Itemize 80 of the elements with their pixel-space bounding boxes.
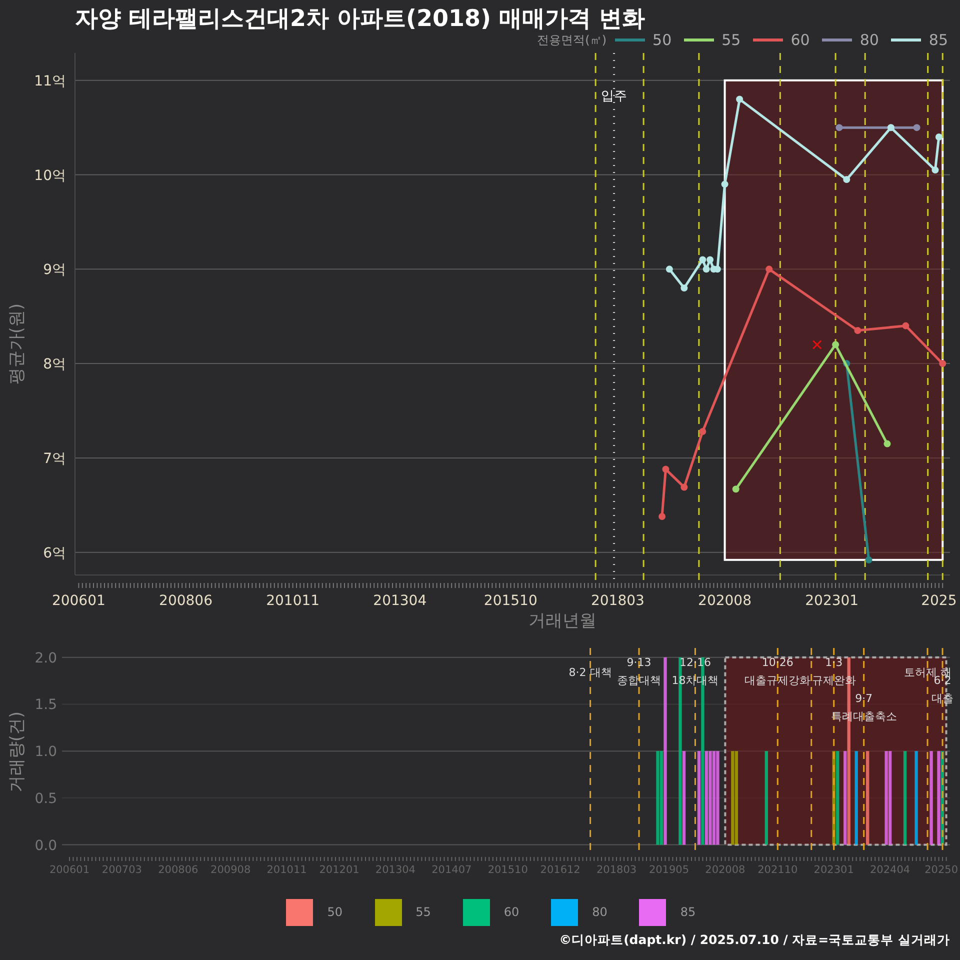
axis-tick-label: 202008 (705, 864, 746, 876)
legend-label: 55 (722, 31, 741, 49)
legend-title: 전용면적(㎡) (537, 32, 607, 48)
axis-tick-label: 7억 (43, 450, 66, 467)
data-point (939, 360, 946, 368)
legend-label: 60 (790, 31, 810, 49)
legend-label: 85 (680, 905, 696, 919)
axis-tick-label: 201510 (488, 864, 528, 876)
data-point (836, 124, 843, 132)
axis-tick-label: 201201 (319, 864, 360, 876)
data-point (732, 486, 740, 493)
axis-tick-label: 201612 (540, 864, 580, 876)
legend-label: 85 (928, 31, 948, 49)
data-point (736, 96, 744, 103)
axis-tick-label: 2025 (921, 593, 957, 609)
axis-title: 거래량(건) (7, 711, 27, 793)
axis-tick-label: 1.0 (34, 744, 57, 760)
data-point (932, 166, 939, 174)
data-point (721, 180, 728, 188)
data-point (662, 466, 670, 473)
axis-tick-label: 200703 (102, 864, 142, 876)
data-point (680, 284, 688, 292)
data-point (658, 512, 666, 520)
data-point (865, 556, 872, 564)
axis-tick-label: 201407 (432, 864, 472, 876)
axis-title: 평균가(원) (7, 303, 27, 385)
axis-tick-label: 201011 (266, 864, 307, 876)
axis-tick-label: 202404 (870, 864, 910, 876)
axis-tick-label: 11억 (34, 73, 66, 90)
axis-title: 거래년월 (528, 611, 596, 631)
chart-title: 자양 테라팰리스건대2차 아파트(2018) 매매가격 변화 (74, 5, 646, 34)
annotation-label: 9·13 종합대책 (617, 656, 662, 687)
axis-tick-label: 0.0 (34, 838, 57, 854)
axis-tick-label: 201011 (266, 593, 320, 609)
axis-tick-label: 6억 (43, 545, 66, 562)
data-point (884, 440, 891, 448)
axis-tick-label: 201304 (375, 864, 416, 876)
data-point (935, 134, 942, 140)
axis-tick-label: 200806 (159, 593, 212, 609)
axis-tick-label: 201803 (591, 593, 644, 609)
legend-label: 55 (416, 905, 431, 919)
annotation-label: 8·2 대책 (568, 666, 612, 679)
legend-label: 50 (327, 905, 343, 919)
axis-tick-label: 200908 (210, 864, 251, 876)
legend-label: 50 (652, 31, 672, 49)
axis-tick-label: 9억 (43, 262, 66, 278)
axis-tick-label: 202008 (698, 593, 752, 609)
annotation-label: 10·26 대출규제강화 (744, 656, 811, 687)
axis-tick-label: 1.5 (34, 697, 57, 714)
legend-label: 80 (860, 31, 879, 49)
data-point (843, 176, 850, 183)
data-point (902, 322, 910, 330)
axis-tick-label: 2.0 (34, 650, 57, 666)
data-point (766, 266, 773, 273)
axis-tick-label: 200601 (52, 593, 106, 609)
data-point (680, 484, 688, 491)
axis-tick-label: 200601 (49, 864, 90, 876)
cross-marker (812, 340, 822, 350)
axis-tick-label: 202301 (814, 864, 854, 876)
axis-tick-label: 8억 (43, 356, 66, 373)
data-point (854, 327, 862, 334)
legend-label: 80 (592, 905, 608, 919)
axis-tick-label: 202301 (805, 593, 859, 609)
axis-tick-label: 201803 (596, 864, 637, 876)
axis-tick-label: 202110 (758, 864, 798, 876)
axis-tick-label: 201905 (648, 864, 690, 876)
source-credit: ©디아파트(dapt.kr) / 2025.07.10 / 자료=국토교통부 실거래가 (558, 932, 951, 949)
axis-tick-label: 201510 (484, 593, 538, 609)
data-point (666, 266, 673, 273)
annotation-label: 입주 (601, 89, 628, 104)
axis-tick-label: 201304 (373, 593, 427, 609)
data-point (699, 428, 706, 436)
axis-tick-label: 200806 (158, 864, 198, 876)
data-point (913, 124, 920, 132)
axis-tick-label: 0.5 (34, 790, 57, 807)
data-point (843, 360, 850, 368)
axis-tick-label: 20250 (924, 864, 958, 876)
legend-label: 60 (504, 905, 520, 919)
axis-tick-label: 10억 (34, 168, 66, 184)
data-point (832, 341, 840, 348)
